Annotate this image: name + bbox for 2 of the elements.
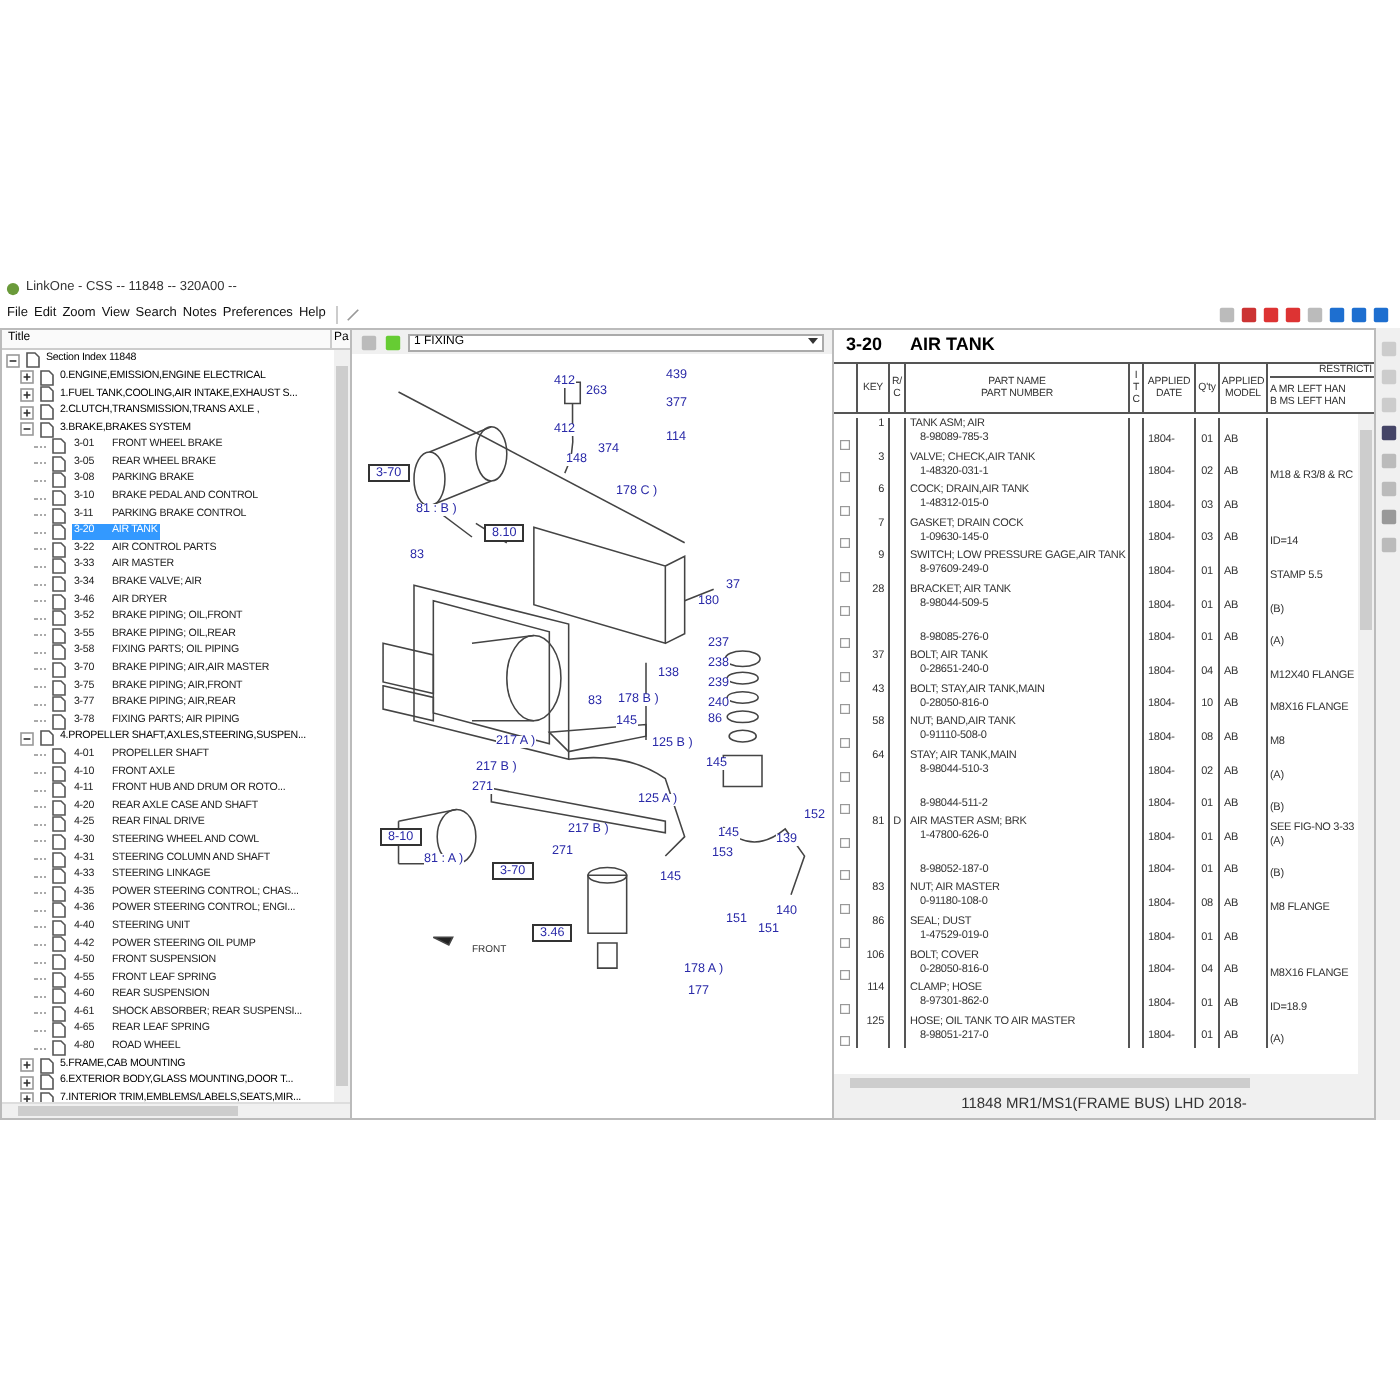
page-title: AIR TANK [910, 332, 995, 359]
page-code: 3-20 [846, 332, 883, 359]
